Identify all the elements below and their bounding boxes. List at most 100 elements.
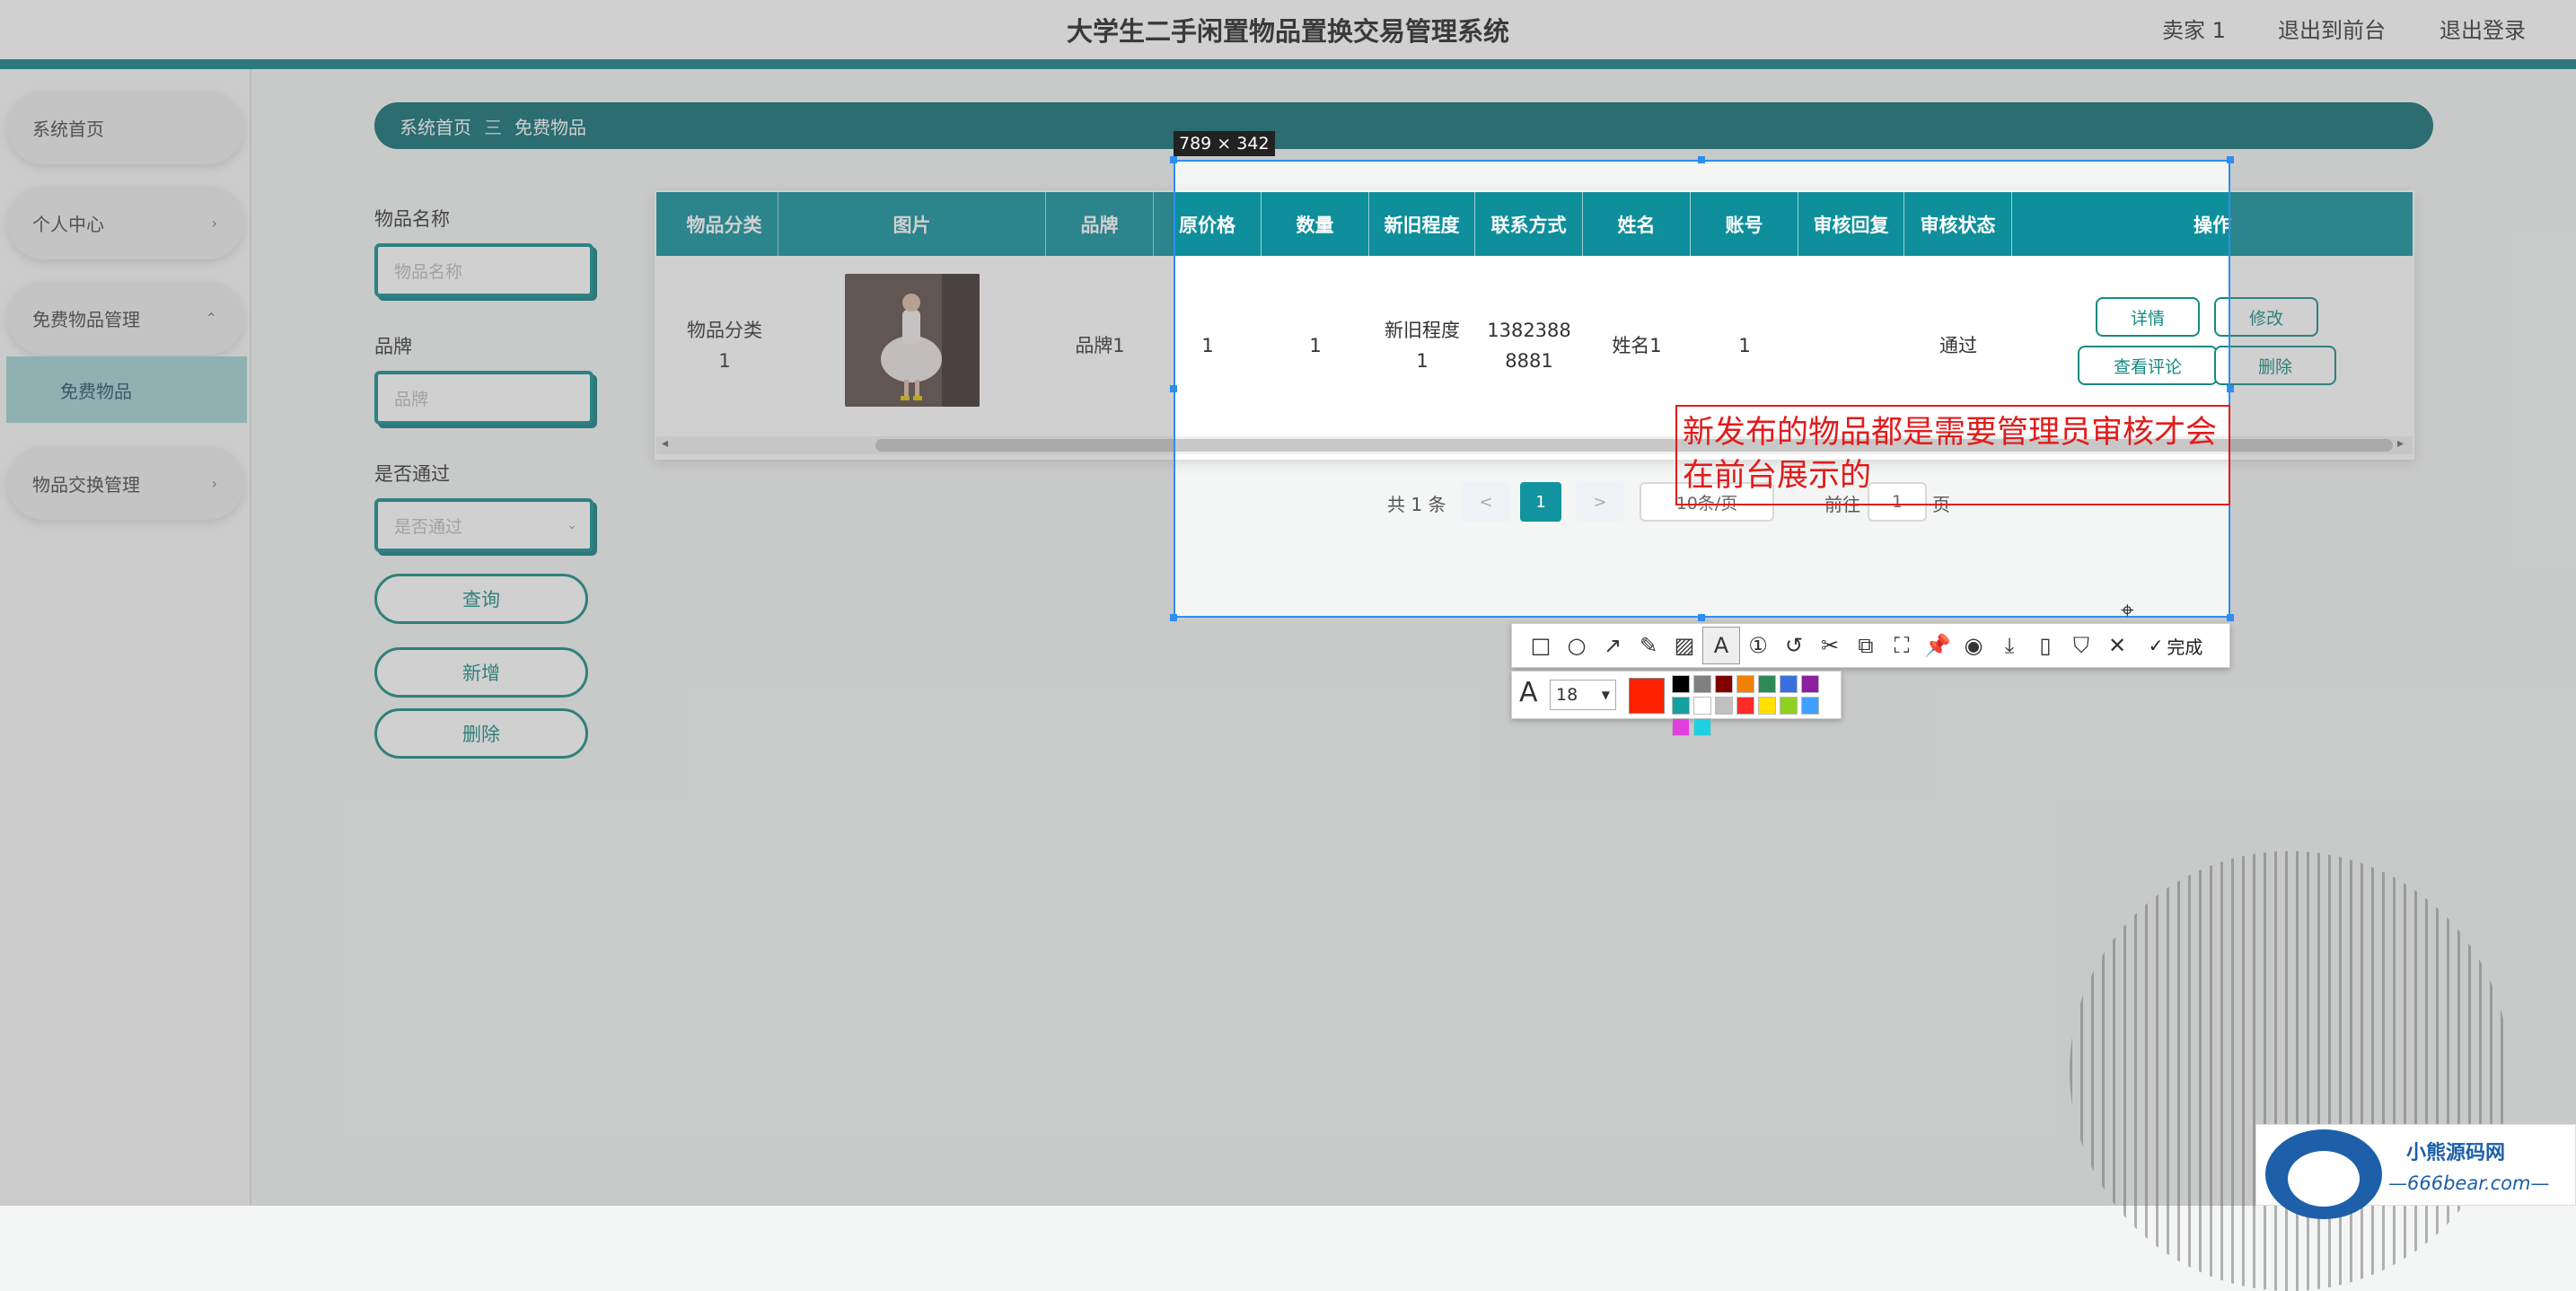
cell-name: 姓名1 — [1612, 335, 1662, 356]
watermark-name: 小熊源码网 — [2406, 1142, 2506, 1164]
cell-contact-line1: 1382388 — [1487, 320, 1571, 341]
color-swatch[interactable] — [1693, 718, 1711, 736]
brand-input[interactable]: 品牌 — [374, 371, 593, 425]
current-user: 卖家 1 — [2162, 18, 2226, 43]
font-size-value: 18 — [1556, 685, 1578, 705]
row-delete-button[interactable]: 删除 — [2214, 346, 2336, 385]
cell-review-status: 通过 — [1939, 335, 1977, 356]
col-header-condition: 新旧程度 — [1369, 192, 1475, 256]
exit-to-front-link[interactable]: 退出到前台 — [2278, 13, 2386, 44]
done-label: 完成 — [2167, 636, 2203, 658]
resize-handle[interactable] — [1698, 156, 1705, 163]
annotation-text[interactable]: 新发布的物品都是需要管理员审核才会在前台展示的 — [1683, 411, 2230, 497]
color-swatch[interactable] — [1715, 675, 1733, 693]
font-size-select[interactable]: 18 ▼ — [1550, 680, 1616, 710]
color-swatch[interactable] — [1801, 675, 1819, 693]
done-button[interactable]: ✓ 完成 — [2135, 628, 2216, 663]
scroll-left-icon[interactable]: ◂ — [662, 436, 668, 451]
resize-handle[interactable] — [1170, 614, 1177, 621]
bookmark-icon[interactable]: ⛉ — [2063, 628, 2099, 663]
undo-icon[interactable]: ↺ — [1776, 628, 1812, 663]
item-name-label: 物品名称 — [374, 208, 450, 230]
download-icon[interactable]: ⤓ — [1991, 628, 2027, 663]
pin-icon[interactable]: 📌 — [1920, 628, 1956, 663]
cell-condition-line2: 1 — [1416, 350, 1429, 372]
breadcrumb: 系统首页 三 免费物品 — [374, 102, 2433, 149]
resize-handle[interactable] — [1170, 385, 1177, 392]
prev-page-button[interactable]: < — [1462, 482, 1510, 522]
check-icon: ✓ — [2148, 635, 2164, 656]
resize-handle[interactable] — [1170, 156, 1177, 163]
pass-placeholder: 是否通过 — [394, 516, 463, 537]
resize-handle[interactable] — [1698, 614, 1705, 621]
item-image[interactable] — [845, 274, 980, 407]
ocr-icon[interactable]: ⧉ — [1848, 628, 1884, 663]
color-swatch[interactable] — [1672, 675, 1690, 693]
resize-handle[interactable] — [2227, 614, 2234, 621]
watermark-url: —666bear.com— — [2388, 1172, 2550, 1194]
scan-icon[interactable]: ⛶ — [1884, 628, 1920, 663]
color-swatch[interactable] — [1693, 697, 1711, 715]
col-header-qty: 数量 — [1262, 192, 1369, 256]
color-swatch[interactable] — [1693, 675, 1711, 693]
color-swatch[interactable] — [1758, 697, 1776, 715]
close-icon[interactable]: ✕ — [2099, 628, 2135, 663]
cell-brand: 品牌1 — [1075, 335, 1125, 356]
chevron-down-icon: ⌄ — [567, 518, 577, 532]
query-button[interactable]: 查询 — [374, 574, 588, 624]
pass-select[interactable]: 是否通过 ⌄ — [374, 498, 593, 552]
breadcrumb-separator: 三 — [484, 116, 502, 138]
cell-category-line2: 1 — [718, 350, 731, 372]
edit-button[interactable]: 修改 — [2214, 297, 2318, 337]
page-1-button[interactable]: 1 — [1520, 482, 1561, 522]
brand-label: 品牌 — [374, 336, 412, 357]
col-header-review-reply: 审核回复 — [1798, 192, 1904, 256]
view-comments-button[interactable]: 查看评论 — [2078, 346, 2218, 385]
color-swatch[interactable] — [1672, 718, 1690, 736]
ellipse-tool-icon[interactable]: ○ — [1559, 628, 1595, 663]
scroll-right-icon[interactable]: ▸ — [2397, 436, 2404, 451]
color-swatch[interactable] — [1736, 675, 1754, 693]
chevron-up-icon: ⌃ — [205, 309, 217, 327]
color-swatch[interactable] — [1780, 697, 1798, 715]
add-button[interactable]: 新增 — [374, 647, 588, 698]
sidebar-item-personal-center[interactable]: 个人中心 › — [7, 186, 244, 259]
sidebar-item-label: 免费物品 — [60, 380, 132, 402]
sidebar-item-free-items-mgmt[interactable]: 免费物品管理 ⌃ — [7, 281, 244, 355]
resize-handle[interactable] — [2227, 385, 2234, 392]
text-tool-icon[interactable]: A — [1702, 627, 1740, 664]
color-swatch[interactable] — [1672, 697, 1690, 715]
col-header-actions: 操作 — [2194, 214, 2231, 236]
record-icon[interactable]: ◉ — [1956, 628, 1991, 663]
color-swatch[interactable] — [1801, 697, 1819, 715]
number-marker-icon[interactable]: ① — [1740, 628, 1776, 663]
sidebar-item-home[interactable]: 系统首页 — [7, 91, 244, 164]
color-swatch[interactable] — [1758, 675, 1776, 693]
col-header-image: 图片 — [778, 192, 1046, 256]
detail-button[interactable]: 详情 — [2096, 297, 2200, 337]
sidebar-item-item-exchange-mgmt[interactable]: 物品交换管理 › — [7, 446, 244, 520]
pen-tool-icon[interactable]: ✎ — [1631, 628, 1666, 663]
active-color-swatch[interactable] — [1629, 678, 1665, 714]
color-swatch[interactable] — [1780, 675, 1798, 693]
pagination-total: 共 1 条 — [1387, 494, 1446, 515]
col-header-brand: 品牌 — [1046, 192, 1154, 256]
chevron-right-icon: › — [211, 214, 217, 232]
item-name-input[interactable]: 物品名称 — [374, 243, 593, 297]
color-swatch[interactable] — [1715, 697, 1733, 715]
sidebar-item-free-items[interactable]: 免费物品 — [6, 356, 247, 423]
arrow-tool-icon[interactable]: ↗ — [1595, 628, 1631, 663]
caret-down-icon: ▼ — [1601, 689, 1610, 701]
rectangle-tool-icon[interactable]: □ — [1523, 628, 1559, 663]
breadcrumb-home[interactable]: 系统首页 — [400, 113, 471, 139]
logout-link[interactable]: 退出登录 — [2440, 13, 2526, 44]
delete-button[interactable]: 删除 — [374, 708, 588, 759]
color-swatch[interactable] — [1736, 697, 1754, 715]
resize-handle[interactable] — [2227, 156, 2234, 163]
item-photo-illustration — [845, 274, 980, 407]
cut-icon[interactable]: ✂ — [1812, 628, 1848, 663]
next-page-button[interactable]: > — [1576, 482, 1624, 522]
phone-icon[interactable]: ▯ — [2027, 628, 2063, 663]
mosaic-tool-icon[interactable]: ▨ — [1666, 628, 1702, 663]
brand-placeholder: 品牌 — [394, 389, 429, 409]
